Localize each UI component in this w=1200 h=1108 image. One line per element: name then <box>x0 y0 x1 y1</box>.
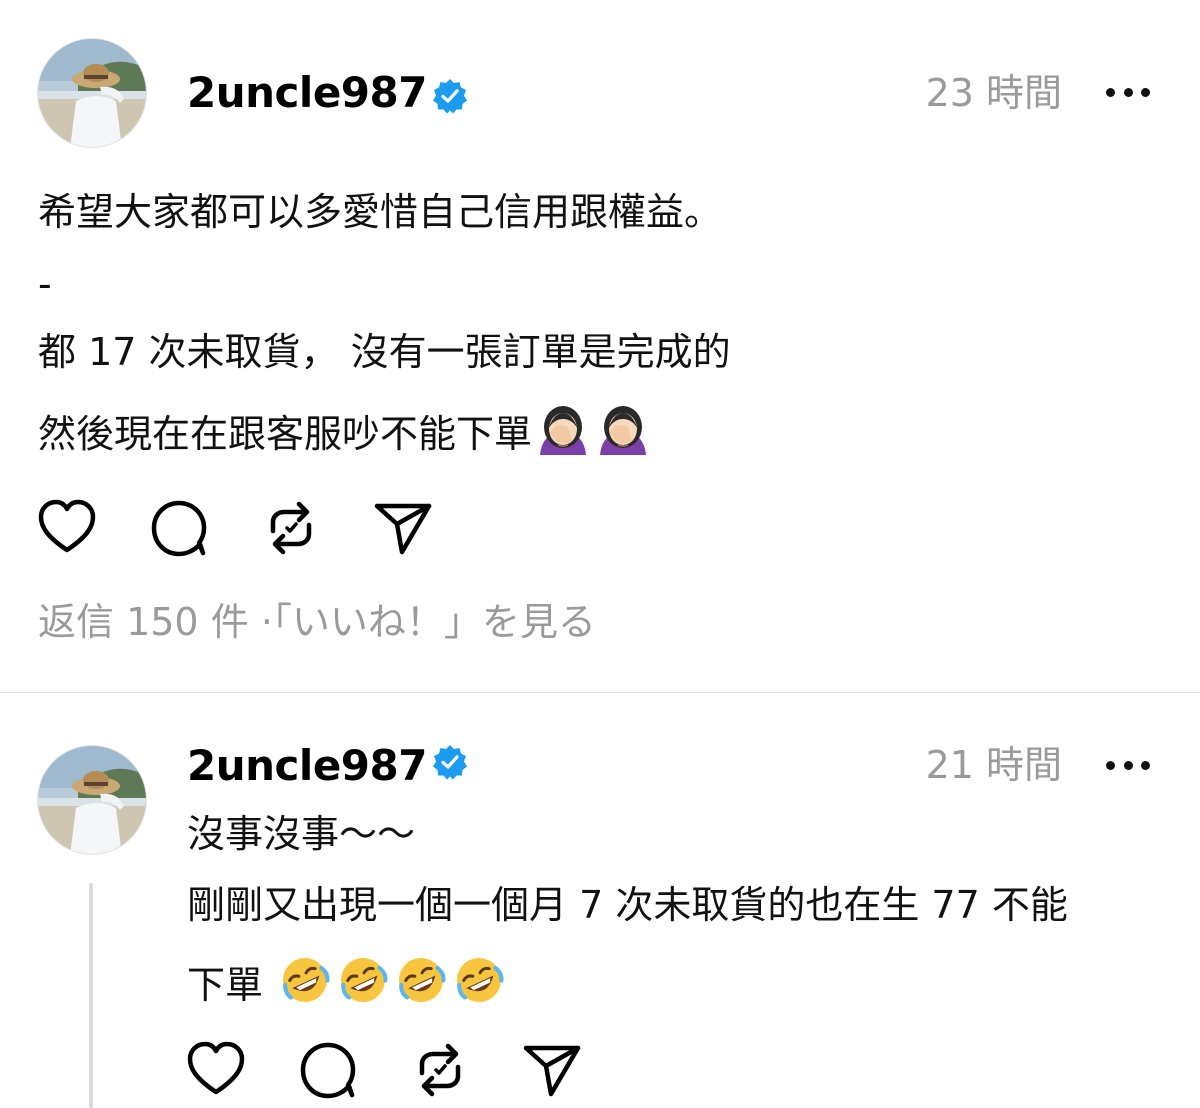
threads-feed: 2uncle987 23 時間 希望大家都可以多愛惜自己信用跟權益。 - 都 1… <box>0 0 1200 1108</box>
post-text: 然後現在在跟客服吵不能下單 <box>38 412 533 456</box>
facepalm-woman-emoji <box>534 405 592 461</box>
action-bar <box>185 1039 583 1101</box>
facepalm-woman-emoji <box>594 405 652 461</box>
post-time: 23 時間 <box>925 71 1062 115</box>
post-time: 21 時間 <box>925 743 1062 787</box>
username[interactable]: 2uncle987 <box>187 72 427 114</box>
action-bar <box>36 497 434 559</box>
rofl-emoji <box>335 954 391 1012</box>
replies-and-likes-link[interactable]: 返信 150 件 ·「いいね！」を見る <box>38 603 596 641</box>
post-text-line: 都 17 次未取貨， 沒有一張訂單是完成的 <box>38 330 731 374</box>
avatar[interactable] <box>37 745 147 855</box>
username[interactable]: 2uncle987 <box>187 745 427 787</box>
post-text-line: - <box>38 262 52 306</box>
more-dots-icon[interactable] <box>1106 86 1150 98</box>
post-text-line-with-emoji: 下單 <box>187 954 507 1012</box>
post-text: 下單 <box>187 963 264 1007</box>
rofl-emoji <box>277 954 333 1012</box>
heart-icon[interactable] <box>36 497 98 559</box>
thread-line <box>89 883 93 1108</box>
verified-badge-icon <box>433 79 467 114</box>
rofl-emoji <box>451 954 507 1012</box>
rofl-emoji <box>393 954 449 1012</box>
avatar[interactable] <box>37 38 147 148</box>
post: 2uncle987 21 時間 沒事沒事～～ 剛剛又出現一個一個月 7 次未取貨… <box>0 693 1200 1108</box>
heart-icon[interactable] <box>185 1039 247 1101</box>
post-text-line: 沒事沒事～～ <box>187 812 416 856</box>
more-dots-icon[interactable] <box>1106 759 1150 771</box>
send-icon[interactable] <box>372 497 434 559</box>
post: 2uncle987 23 時間 希望大家都可以多愛惜自己信用跟權益。 - 都 1… <box>0 0 1200 692</box>
post-text-line: 剛剛又出現一個一個月 7 次未取貨的也在生 77 不能 <box>187 883 1068 927</box>
post-text-line: 希望大家都可以多愛惜自己信用跟權益。 <box>38 190 723 234</box>
post-text-line-with-emoji: 然後現在在跟客服吵不能下單 <box>38 405 652 461</box>
verified-badge-icon <box>433 745 467 780</box>
comment-bubble-icon[interactable] <box>297 1039 359 1101</box>
repost-icon[interactable] <box>409 1039 471 1101</box>
comment-bubble-icon[interactable] <box>148 497 210 559</box>
send-icon[interactable] <box>521 1039 583 1101</box>
repost-icon[interactable] <box>260 497 322 559</box>
